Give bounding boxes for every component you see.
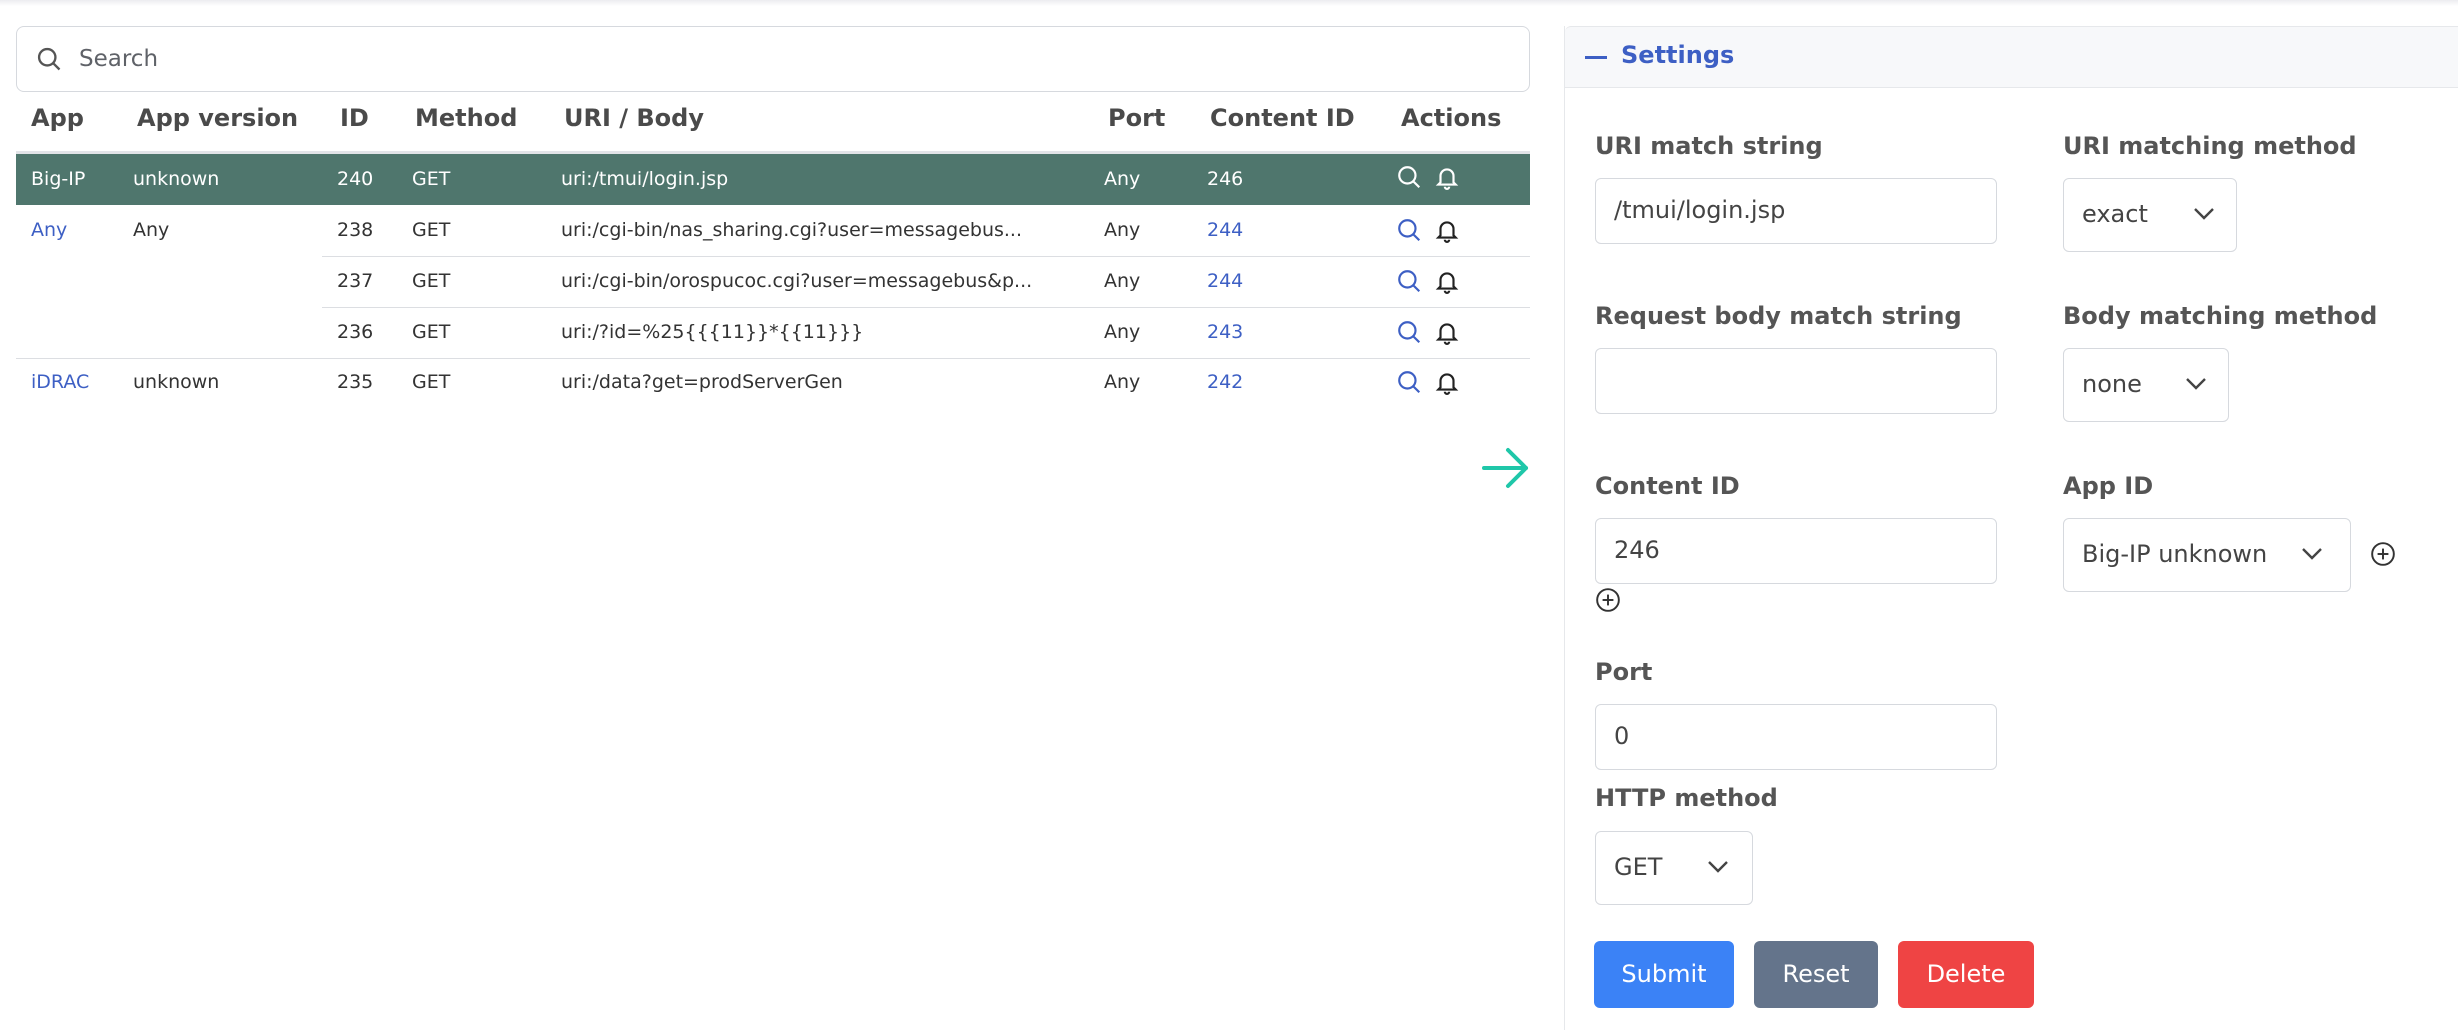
col-header-port[interactable]: Port <box>1108 104 1165 132</box>
settings-header[interactable]: Settings <box>1565 26 2458 88</box>
cell-port: Any <box>1104 168 1141 190</box>
plus-circle-icon[interactable] <box>2370 541 2396 567</box>
bell-icon[interactable] <box>1434 369 1460 395</box>
col-header-app-version[interactable]: App version <box>137 104 298 132</box>
chevron-down-icon <box>2186 378 2206 390</box>
col-header-uri-body[interactable]: URI / Body <box>564 104 704 132</box>
minus-icon[interactable] <box>1585 56 1607 59</box>
table-row[interactable]: iDRAC unknown 235 GET uri:/data?get=prod… <box>16 357 1530 408</box>
cell-port: Any <box>1104 321 1141 343</box>
app-id-label: App ID <box>2063 472 2154 500</box>
body-matching-method-label: Body matching method <box>2063 302 2378 330</box>
table-row[interactable]: 237 GET uri:/cgi-bin/orospucoc.cgi?user=… <box>16 256 1530 307</box>
content-id-label: Content ID <box>1595 472 1740 500</box>
plus-circle-icon[interactable] <box>1595 587 1621 613</box>
uri-matching-method-value: exact <box>2082 200 2148 228</box>
search-input[interactable] <box>79 46 1479 72</box>
cell-method: GET <box>412 168 451 190</box>
cell-content-id[interactable]: 244 <box>1207 205 1243 256</box>
cell-app[interactable]: Any <box>31 205 67 256</box>
cell-content-id[interactable]: 243 <box>1207 307 1243 358</box>
cell-app-version: Any <box>133 219 170 241</box>
http-method-value: GET <box>1614 853 1663 881</box>
cell-method: GET <box>412 371 451 393</box>
uri-match-input[interactable]: /tmui/login.jsp <box>1595 178 1997 244</box>
settings-panel: Settings URI match string /tmui/login.js… <box>1564 26 2458 1030</box>
cell-id: 238 <box>337 219 374 241</box>
body-match-label: Request body match string <box>1595 302 1962 330</box>
bell-icon[interactable] <box>1434 164 1460 190</box>
cell-method: GET <box>412 270 451 292</box>
content-id-input[interactable]: 246 <box>1595 518 1997 584</box>
port-input[interactable]: 0 <box>1595 704 1997 770</box>
reset-button[interactable]: Reset <box>1754 941 1878 1008</box>
submit-button[interactable]: Submit <box>1594 941 1734 1008</box>
cell-uri: uri:/data?get=prodServerGen <box>561 371 843 393</box>
cell-uri: uri:/tmui/login.jsp <box>561 168 729 190</box>
cell-method: GET <box>412 321 451 343</box>
settings-title: Settings <box>1621 41 1735 69</box>
col-header-app[interactable]: App <box>31 104 84 132</box>
col-header-method[interactable]: Method <box>415 104 517 132</box>
cell-id: 240 <box>337 168 374 190</box>
bell-icon[interactable] <box>1434 268 1460 294</box>
port-label: Port <box>1595 658 1653 686</box>
magnifier-icon[interactable] <box>1396 369 1422 395</box>
cell-port: Any <box>1104 371 1141 393</box>
cell-id: 236 <box>337 321 374 343</box>
chevron-down-icon <box>2302 548 2322 560</box>
cell-uri: uri:/cgi-bin/nas_sharing.cgi?user=messag… <box>561 219 1023 241</box>
app-id-select[interactable]: Big-IP unknown <box>2063 518 2351 592</box>
bell-icon[interactable] <box>1434 217 1460 243</box>
cell-id: 235 <box>337 371 374 393</box>
magnifier-icon[interactable] <box>1396 319 1422 345</box>
uri-match-label: URI match string <box>1595 132 1823 160</box>
cell-id: 237 <box>337 270 374 292</box>
magnifier-icon[interactable] <box>1396 164 1422 190</box>
app-id-value: Big-IP unknown <box>2082 540 2268 568</box>
search-icon <box>37 47 61 71</box>
cell-uri: uri:/cgi-bin/orospucoc.cgi?user=messageb… <box>561 270 1033 292</box>
col-header-id[interactable]: ID <box>340 104 369 132</box>
cell-app-version: unknown <box>133 168 220 190</box>
table-row[interactable]: Any Any 238 GET uri:/cgi-bin/nas_sharing… <box>16 205 1530 256</box>
cell-content-id[interactable]: 246 <box>1207 154 1243 205</box>
top-shadow <box>0 0 2458 6</box>
body-matching-method-select[interactable]: none <box>2063 348 2229 422</box>
chevron-down-icon <box>1708 861 1728 873</box>
cell-content-id[interactable]: 244 <box>1207 256 1243 307</box>
magnifier-icon[interactable] <box>1396 268 1422 294</box>
bell-icon[interactable] <box>1434 319 1460 345</box>
cell-uri: uri:/?id=%25{{{11}}*{{11}}} <box>561 321 864 343</box>
uri-matching-method-label: URI matching method <box>2063 132 2357 160</box>
http-method-select[interactable]: GET <box>1595 831 1753 905</box>
magnifier-icon[interactable] <box>1396 217 1422 243</box>
body-matching-method-value: none <box>2082 370 2142 398</box>
http-method-label: HTTP method <box>1595 784 1778 812</box>
arrow-right-icon[interactable] <box>1480 445 1532 491</box>
table-row[interactable]: 236 GET uri:/?id=%25{{{11}}*{{11}}} Any … <box>16 307 1530 358</box>
body-match-input[interactable] <box>1595 348 1997 414</box>
uri-matching-method-select[interactable]: exact <box>2063 178 2237 252</box>
cell-app[interactable]: Big-IP <box>31 154 85 205</box>
cell-method: GET <box>412 219 451 241</box>
col-header-content-id[interactable]: Content ID <box>1210 104 1355 132</box>
delete-button[interactable]: Delete <box>1898 941 2034 1008</box>
chevron-down-icon <box>2194 208 2214 220</box>
cell-port: Any <box>1104 219 1141 241</box>
cell-app-version: unknown <box>133 371 220 393</box>
table-row[interactable]: Big-IP unknown 240 GET uri:/tmui/login.j… <box>16 154 1530 205</box>
cell-app[interactable]: iDRAC <box>31 357 89 408</box>
cell-content-id[interactable]: 242 <box>1207 357 1243 408</box>
cell-port: Any <box>1104 270 1141 292</box>
search-box[interactable] <box>16 26 1530 92</box>
col-header-actions: Actions <box>1401 104 1502 132</box>
